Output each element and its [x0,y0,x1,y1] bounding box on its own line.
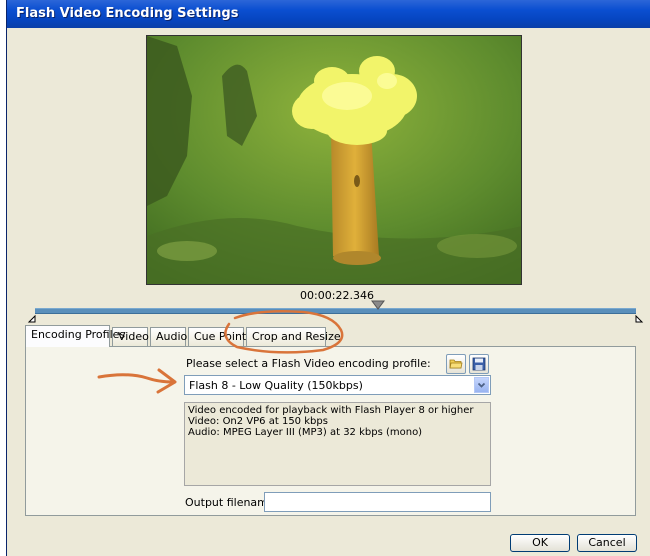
profile-description: Video encoded for playback with Flash Pl… [184,402,491,486]
open-profile-button[interactable] [446,354,466,374]
ok-button[interactable]: OK [510,534,570,552]
scrub-bar[interactable] [35,308,636,314]
folder-icon [449,359,463,369]
video-preview [146,35,522,285]
encoding-settings-dialog: Flash Video Encoding Settings 00:00:22.3… [6,0,650,556]
profile-prompt-label: Please select a Flash Video encoding pro… [186,357,431,370]
cancel-button[interactable]: Cancel [577,534,637,552]
timecode-display: 00:00:22.346 [300,289,374,302]
description-line: Video: On2 VP6 at 150 kbps [188,416,328,427]
tab-audio[interactable]: Audio [150,327,187,346]
profile-select-value: Flash 8 - Low Quality (150kbps) [189,379,363,392]
save-profile-button[interactable] [469,354,489,374]
window-title: Flash Video Encoding Settings [16,6,239,21]
encoding-profiles-panel: Please select a Flash Video encoding pro… [25,346,636,516]
in-point-marker[interactable] [27,314,36,323]
dropdown-arrow-button[interactable] [474,377,489,393]
description-line: Audio: MPEG Layer III (MP3) at 32 kbps (… [188,427,423,438]
profile-select[interactable]: Flash 8 - Low Quality (150kbps) [184,375,491,395]
chevron-down-icon [477,382,486,388]
out-point-marker[interactable] [635,314,644,323]
tab-encoding-profiles[interactable]: Encoding Profiles [25,325,125,347]
floppy-disk-icon [472,357,486,371]
tab-crop-and-resize[interactable]: Crop and Resize [246,327,341,346]
tab-cue-points[interactable]: Cue Points [188,327,252,346]
title-bar[interactable]: Flash Video Encoding Settings [7,0,650,28]
video-frame-image [147,36,521,284]
output-filename-input[interactable] [264,492,491,512]
description-line: Video encoded for playback with Flash Pl… [188,405,474,416]
